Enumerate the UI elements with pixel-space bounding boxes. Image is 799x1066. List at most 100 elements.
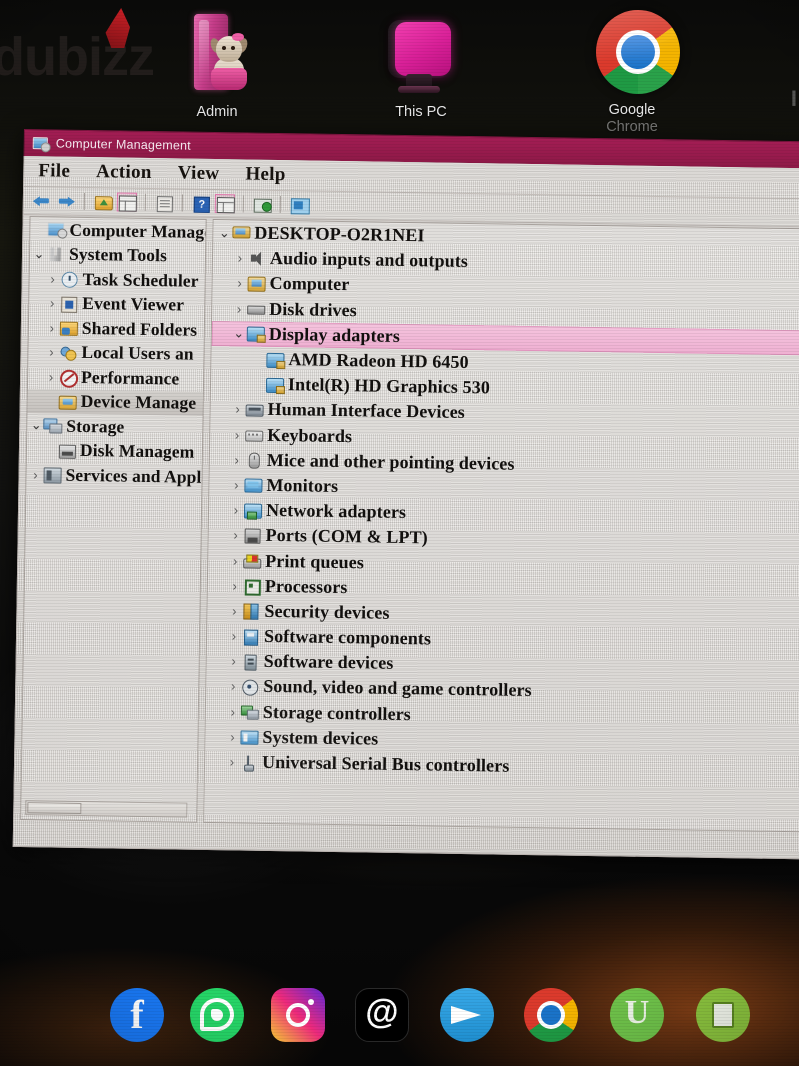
menu-item-help[interactable]: Help: [245, 163, 286, 186]
facebook-icon[interactable]: [110, 988, 170, 1048]
tree-item-label: Computer Managen: [69, 219, 206, 242]
tree-item-label: Shared Folders: [81, 317, 198, 340]
google-chrome-icon: [582, 6, 682, 102]
tree-item-label: Display adapters: [268, 323, 401, 346]
chevron-right-icon[interactable]: ›: [227, 654, 241, 669]
tree-item-storage[interactable]: ⌄ Storage: [27, 413, 202, 440]
scrollbar-thumb[interactable]: [27, 802, 82, 814]
software-component-icon: [241, 628, 260, 646]
speaker-icon: [247, 250, 266, 266]
chevron-right-icon[interactable]: ›: [227, 628, 241, 643]
local-users-icon: [58, 344, 77, 360]
chevron-right-icon[interactable]: ›: [28, 467, 42, 482]
chevron-down-icon[interactable]: ⌄: [217, 225, 231, 241]
chevron-right-icon[interactable]: ›: [46, 271, 60, 286]
chevron-right-icon[interactable]: ›: [231, 402, 245, 417]
forward-icon[interactable]: [56, 192, 76, 211]
chevron-right-icon[interactable]: ›: [232, 276, 246, 291]
port-icon: [243, 527, 262, 544]
display-adapter-icon: [246, 326, 265, 343]
tree-item-device-manage[interactable]: Device Manage: [27, 388, 203, 416]
menu-item-action[interactable]: Action: [96, 161, 152, 184]
hid-icon: [244, 401, 264, 417]
storage-icon: [43, 418, 62, 434]
chevron-right-icon[interactable]: ›: [229, 528, 243, 543]
tree-item-label: Local Users an: [81, 342, 194, 364]
console-tree-hscrollbar[interactable]: [25, 800, 188, 818]
mmc-console-icon: [46, 222, 65, 238]
console-tree-pane[interactable]: Computer Managen ⌄ System Tools › Task Sched…: [20, 216, 207, 823]
menu-item-view[interactable]: View: [178, 162, 220, 185]
system-device-icon: [239, 729, 259, 746]
show-hide-tree-icon[interactable]: [116, 192, 138, 212]
chevron-right-icon[interactable]: ›: [229, 477, 243, 492]
chevron-right-icon[interactable]: ›: [45, 320, 59, 335]
security-device-icon: [241, 603, 260, 619]
show-pane-icon[interactable]: [214, 194, 235, 214]
computer-icon: [246, 275, 266, 292]
tree-item-label: Disk Managem: [79, 440, 195, 462]
chevron-right-icon[interactable]: ›: [229, 502, 243, 517]
back-icon[interactable]: [32, 191, 52, 210]
tree-item-label: Computer: [269, 273, 350, 295]
tree-item-system-tools[interactable]: ⌄ System Tools: [30, 242, 205, 269]
clock-icon: [60, 271, 79, 289]
chevron-right-icon[interactable]: ›: [233, 251, 247, 266]
up-one-level-icon[interactable]: [93, 192, 113, 211]
toolbar-separator: [181, 194, 183, 212]
tree-item-label: Storage: [66, 415, 125, 437]
window-title: Computer Management: [55, 136, 191, 153]
tree-item-label: Network adapters: [265, 500, 407, 523]
chevron-right-icon[interactable]: ›: [230, 427, 244, 442]
chevron-right-icon[interactable]: ›: [225, 729, 239, 744]
chevron-right-icon[interactable]: ›: [228, 578, 242, 593]
tree-item-event-viewer[interactable]: › Event Viewer: [29, 291, 204, 318]
utorrent-icon[interactable]: [610, 988, 670, 1048]
desktop-icon-admin[interactable]: Admin: [157, 12, 277, 121]
chevron-down-icon[interactable]: ⌄: [29, 417, 43, 433]
tree-item-services-and-appl[interactable]: › Services and Appl: [26, 462, 201, 489]
chevron-right-icon[interactable]: ›: [226, 679, 240, 694]
disk-management-icon: [57, 442, 77, 459]
properties-icon[interactable]: [154, 193, 174, 213]
export-list-icon[interactable]: [289, 195, 310, 215]
tree-item-disk-managem[interactable]: Disk Managem: [27, 438, 202, 465]
chevron-right-icon[interactable]: ›: [45, 296, 59, 311]
printer-icon: [242, 553, 261, 569]
device-tree-pane[interactable]: ⌄ DESKTOP-O2R1NEI › Audio inputs and output…: [203, 218, 799, 833]
desktop-icon-this-pc[interactable]: This PC: [361, 12, 481, 121]
menu-item-file[interactable]: File: [38, 160, 70, 182]
chevron-down-icon[interactable]: ⌄: [232, 326, 246, 342]
tree-item-local-users-an[interactable]: › Local Users an: [28, 340, 203, 367]
chevron-right-icon[interactable]: ›: [228, 553, 242, 568]
tree-item-task-scheduler[interactable]: › Task Scheduler: [29, 266, 204, 293]
tree-item-label: AMD Radeon HD 6450: [288, 349, 469, 373]
instagram-icon[interactable]: [271, 988, 331, 1048]
computer-root-icon: [231, 225, 250, 241]
desktop-icon-chrome[interactable]: Google Chrome: [572, 6, 692, 136]
chevron-right-icon[interactable]: ›: [230, 452, 244, 467]
refresh-icon[interactable]: [252, 195, 272, 214]
telegram-icon[interactable]: [440, 988, 500, 1048]
chevron-right-icon[interactable]: ›: [227, 603, 241, 618]
display-adapter-icon: [265, 377, 285, 393]
green-app-icon[interactable]: [696, 988, 756, 1048]
mouse-icon: [244, 452, 263, 470]
chrome-icon[interactable]: [524, 988, 584, 1048]
chevron-right-icon[interactable]: ›: [44, 345, 58, 360]
threads-icon[interactable]: [355, 988, 415, 1048]
tree-item-performance[interactable]: › Performance: [28, 364, 203, 391]
chevron-right-icon[interactable]: ›: [226, 704, 240, 719]
chevron-right-icon[interactable]: ›: [225, 754, 239, 769]
chevron-down-icon[interactable]: ⌄: [32, 246, 46, 262]
tree-item-shared-folders[interactable]: › Shared Folders: [29, 315, 204, 342]
whatsapp-icon[interactable]: [190, 988, 250, 1048]
chevron-right-icon[interactable]: ›: [44, 369, 58, 384]
desktop-icon-label-line2: Chrome: [606, 119, 658, 135]
help-icon[interactable]: ?: [191, 194, 211, 213]
tree-item-computer-managen[interactable]: Computer Managen: [30, 217, 206, 244]
sound-controller-icon: [240, 678, 259, 696]
tree-item-label: Print queues: [265, 550, 365, 572]
desktop-icon-label: Google: [608, 102, 656, 118]
chevron-right-icon[interactable]: ›: [232, 301, 246, 316]
